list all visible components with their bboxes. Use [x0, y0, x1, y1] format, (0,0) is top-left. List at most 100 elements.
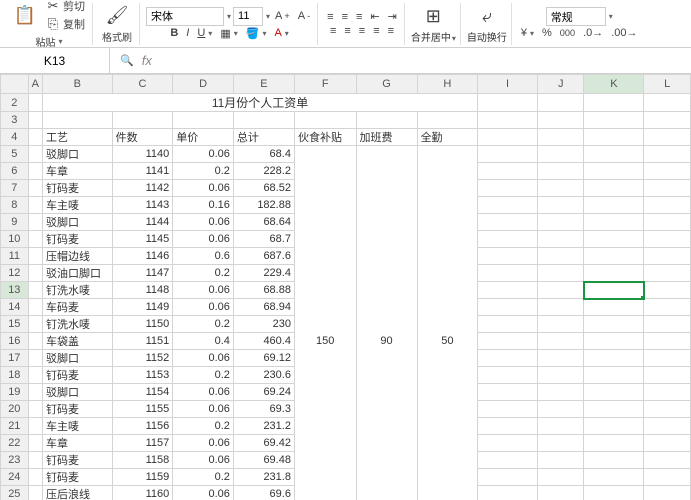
cell-K12[interactable] [584, 265, 644, 282]
cell-L5[interactable] [644, 146, 691, 163]
cell-E22[interactable]: 69.42 [233, 435, 294, 452]
cell-J4[interactable] [537, 129, 583, 146]
cell-C10[interactable]: 1145 [112, 231, 173, 248]
fill-color-button[interactable]: 🪣▾ [243, 26, 270, 41]
align-right-button[interactable]: ≡ [356, 24, 368, 38]
row-header-24[interactable]: 24 [1, 469, 29, 486]
cell-L22[interactable] [644, 435, 691, 452]
cell-I22[interactable] [478, 435, 538, 452]
cell-E12[interactable]: 229.4 [233, 265, 294, 282]
cell-C3[interactable] [112, 112, 173, 129]
cell-C18[interactable]: 1153 [112, 367, 173, 384]
cell-L12[interactable] [644, 265, 691, 282]
orientation-button[interactable]: ≡ [385, 24, 397, 38]
cell-B25[interactable]: 压后浪线 [42, 486, 112, 500]
increase-decimal-button[interactable]: .0→ [580, 26, 606, 40]
cell-J23[interactable] [537, 452, 583, 469]
align-bottom-button[interactable]: ≡ [353, 10, 365, 24]
cell-D16[interactable]: 0.4 [173, 333, 234, 350]
copy-button[interactable]: ⎘复制 [42, 15, 88, 33]
cell-E7[interactable]: 68.52 [233, 180, 294, 197]
cell-C14[interactable]: 1149 [112, 299, 173, 316]
cell-K4[interactable] [584, 129, 644, 146]
cell-K24[interactable] [584, 469, 644, 486]
cell-K22[interactable] [584, 435, 644, 452]
cell-L4[interactable] [644, 129, 691, 146]
cell-K2[interactable] [584, 94, 644, 112]
cell-E9[interactable]: 68.64 [233, 214, 294, 231]
cell-I9[interactable] [478, 214, 538, 231]
cell-K23[interactable] [584, 452, 644, 469]
row-header-22[interactable]: 22 [1, 435, 29, 452]
cell-L18[interactable] [644, 367, 691, 384]
row-header-4[interactable]: 4 [1, 129, 29, 146]
cell-J8[interactable] [537, 197, 583, 214]
cell-C22[interactable]: 1157 [112, 435, 173, 452]
cell-K5[interactable] [584, 146, 644, 163]
row-header-21[interactable]: 21 [1, 418, 29, 435]
cell-J3[interactable] [537, 112, 583, 129]
cell-K8[interactable] [584, 197, 644, 214]
justify-button[interactable]: ≡ [370, 24, 382, 38]
cell-B24[interactable]: 钉码麦 [42, 469, 112, 486]
cell-D11[interactable]: 0.6 [173, 248, 234, 265]
cell-B19[interactable]: 驳脚口 [42, 384, 112, 401]
cell-D6[interactable]: 0.2 [173, 163, 234, 180]
cell-K14[interactable] [584, 299, 644, 316]
cell-C15[interactable]: 1150 [112, 316, 173, 333]
cell-D5[interactable]: 0.06 [173, 146, 234, 163]
cell-J19[interactable] [537, 384, 583, 401]
cell-C9[interactable]: 1144 [112, 214, 173, 231]
cell-A10[interactable] [28, 231, 42, 248]
cell-E20[interactable]: 69.3 [233, 401, 294, 418]
cell-E14[interactable]: 68.94 [233, 299, 294, 316]
cell-L13[interactable] [644, 282, 691, 299]
cell-D3[interactable] [173, 112, 234, 129]
cell-C23[interactable]: 1158 [112, 452, 173, 469]
format-painter-button[interactable]: 🖌 [102, 2, 132, 28]
cell-D12[interactable]: 0.2 [173, 265, 234, 282]
cell-E21[interactable]: 231.2 [233, 418, 294, 435]
cell-H3[interactable] [417, 112, 478, 129]
cell-J10[interactable] [537, 231, 583, 248]
cell-K11[interactable] [584, 248, 644, 265]
row-header-5[interactable]: 5 [1, 146, 29, 163]
cell-D10[interactable]: 0.06 [173, 231, 234, 248]
cell-B7[interactable]: 钉码麦 [42, 180, 112, 197]
cell-I25[interactable] [478, 486, 538, 500]
row-header-11[interactable]: 11 [1, 248, 29, 265]
cell-K7[interactable] [584, 180, 644, 197]
cell-I13[interactable] [478, 282, 538, 299]
align-left-button[interactable]: ≡ [327, 24, 339, 38]
decrease-font-button[interactable]: A- [295, 9, 313, 23]
cell-I3[interactable] [478, 112, 538, 129]
cell-C24[interactable]: 1159 [112, 469, 173, 486]
cell-E18[interactable]: 230.6 [233, 367, 294, 384]
cell-C6[interactable]: 1141 [112, 163, 173, 180]
cell-A24[interactable] [28, 469, 42, 486]
chevron-down-icon[interactable]: ▾ [266, 12, 270, 21]
cell-B23[interactable]: 钉码麦 [42, 452, 112, 469]
cell-C5[interactable]: 1140 [112, 146, 173, 163]
cell-D14[interactable]: 0.06 [173, 299, 234, 316]
cell-B10[interactable]: 钉码麦 [42, 231, 112, 248]
cell-L8[interactable] [644, 197, 691, 214]
cell-I23[interactable] [478, 452, 538, 469]
paste-button[interactable]: 📋 [10, 2, 40, 28]
cell-K15[interactable] [584, 316, 644, 333]
cell-C19[interactable]: 1154 [112, 384, 173, 401]
cell-A12[interactable] [28, 265, 42, 282]
cell-I15[interactable] [478, 316, 538, 333]
cell-L7[interactable] [644, 180, 691, 197]
cell-B4[interactable]: 工艺 [42, 129, 112, 146]
font-name-select[interactable] [146, 7, 224, 26]
row-header-20[interactable]: 20 [1, 401, 29, 418]
cell-A20[interactable] [28, 401, 42, 418]
cell-L17[interactable] [644, 350, 691, 367]
cell-D22[interactable]: 0.06 [173, 435, 234, 452]
cell-F4[interactable]: 伙食补贴 [294, 129, 356, 146]
cell-D19[interactable]: 0.06 [173, 384, 234, 401]
cell-J2[interactable] [537, 94, 583, 112]
row-header-8[interactable]: 8 [1, 197, 29, 214]
cell-A8[interactable] [28, 197, 42, 214]
